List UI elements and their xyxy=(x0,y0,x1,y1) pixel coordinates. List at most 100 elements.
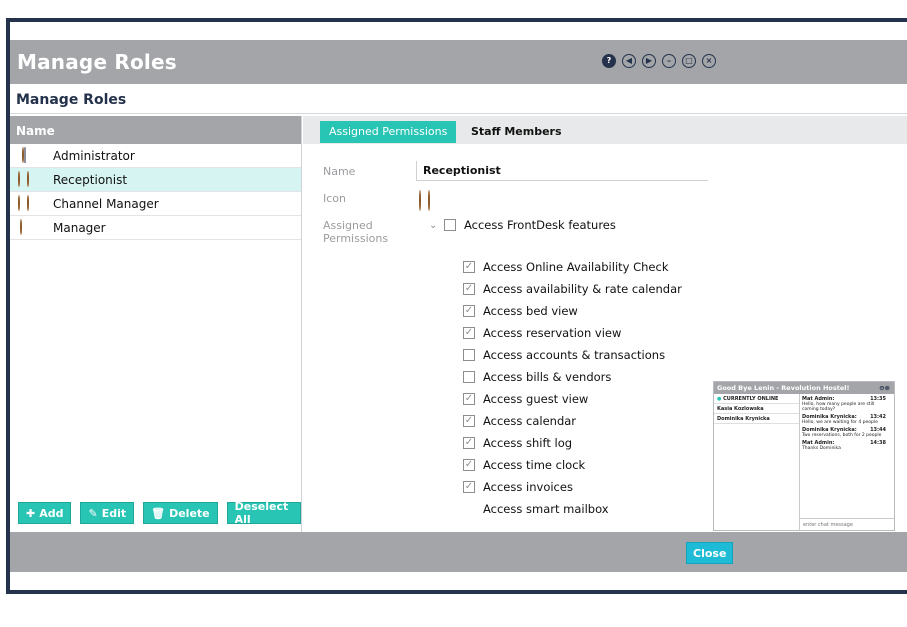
chat-message: Mat Admin: 14:38 Thanks Dominika xyxy=(802,440,892,451)
chat-user[interactable]: Kasia Kozlowska xyxy=(714,404,799,414)
chat-user[interactable]: Dominika Krynicka xyxy=(714,414,799,424)
close-icon[interactable]: × xyxy=(702,54,716,68)
permission-group-frontdesk[interactable]: Access FrontDesk features xyxy=(444,218,616,232)
checkbox-checked[interactable]: ✓ xyxy=(463,393,475,405)
online-header: ● CURRENTLY ONLINE xyxy=(714,394,799,404)
icon-label: Icon xyxy=(323,192,346,205)
title-bar: Manage Roles ? ◀ ▶ – □ × xyxy=(10,40,907,84)
online-dot-icon: ● xyxy=(717,396,722,402)
restore-icon[interactable]: □ xyxy=(682,54,696,68)
permission-label: Access smart mailbox xyxy=(483,502,609,516)
next-icon[interactable]: ▶ xyxy=(642,54,656,68)
permission-item[interactable]: ✓ Access reservation view xyxy=(463,326,621,340)
minimize-icon[interactable]: – xyxy=(662,54,676,68)
checkbox[interactable] xyxy=(463,371,475,383)
message-text: Two reservations, both for 2 people xyxy=(802,433,882,438)
delete-label: Delete xyxy=(169,506,210,520)
permission-item[interactable]: Access smart mailbox xyxy=(483,502,609,516)
checkbox-checked[interactable]: ✓ xyxy=(463,261,475,273)
checkbox-checked[interactable]: ✓ xyxy=(463,481,475,493)
name-column-header: Name xyxy=(10,116,301,144)
permission-item[interactable]: ✓ Access Online Availability Check xyxy=(463,260,669,274)
chat-input[interactable]: enter chat message xyxy=(800,518,894,530)
user-tie-icon xyxy=(18,218,40,236)
role-actions: ✚ Add ✎ Edit 🗑 Delete Deselect All xyxy=(18,500,301,526)
chat-message: Mat Admin: 13:35 Hello, how many people ar… xyxy=(802,396,892,412)
permission-label: Access invoices xyxy=(483,480,573,494)
chat-widget: Good Bye Lenin - Revolution Hostel! ⊖⊗ ●… xyxy=(713,381,895,531)
checkbox-checked[interactable]: ✓ xyxy=(463,283,475,295)
two-users-icon xyxy=(18,170,40,188)
checkbox-checked[interactable]: ✓ xyxy=(463,437,475,449)
checkbox[interactable] xyxy=(444,219,456,231)
tab-staff-members[interactable]: Staff Members xyxy=(471,121,562,143)
edit-role-button[interactable]: ✎ Edit xyxy=(80,502,135,524)
permission-item[interactable]: Access bills & vendors xyxy=(463,370,611,384)
deselect-all-label: Deselect All xyxy=(234,500,289,526)
assigned-permissions-label: Assigned Permissions xyxy=(323,219,389,245)
close-button[interactable]: Close xyxy=(686,542,734,564)
role-label: Administrator xyxy=(53,148,135,163)
delete-role-button[interactable]: 🗑 Delete xyxy=(143,502,218,524)
role-item-manager[interactable]: Manager xyxy=(10,216,301,240)
permission-item[interactable]: ✓ Access bed view xyxy=(463,304,578,318)
permission-item[interactable]: ✓ Access calendar xyxy=(463,414,576,428)
deselect-all-button[interactable]: Deselect All xyxy=(226,500,301,526)
role-label: Receptionist xyxy=(53,172,128,187)
footer-bar: Close xyxy=(10,532,907,572)
message-time: 14:38 xyxy=(870,440,886,446)
checkbox-checked[interactable]: ✓ xyxy=(463,327,475,339)
roles-panel: Name Administrator Receptionist Channel … xyxy=(10,116,302,532)
trash-icon: 🗑 xyxy=(151,506,166,520)
permission-label: Access availability & rate calendar xyxy=(483,282,682,296)
chat-window-controls-icon[interactable]: ⊖⊗ xyxy=(879,384,890,392)
window-frame: Manage Roles ? ◀ ▶ – □ × Manage Roles Na… xyxy=(6,18,907,594)
role-icon-picker[interactable] xyxy=(419,190,441,211)
single-user-icon xyxy=(18,146,40,164)
tab-assigned-permissions[interactable]: Assigned Permissions xyxy=(320,121,457,143)
sub-header: Manage Roles xyxy=(10,84,907,114)
edit-label: Edit xyxy=(101,506,127,520)
prev-icon[interactable]: ◀ xyxy=(622,54,636,68)
role-item-receptionist[interactable]: Receptionist xyxy=(10,168,301,192)
checkbox[interactable] xyxy=(463,349,475,361)
permission-label: Access calendar xyxy=(483,414,577,428)
permission-item[interactable]: ✓ Access time clock xyxy=(463,458,585,472)
message-text: Thanks Dominika xyxy=(802,446,841,451)
permission-label: Access bills & vendors xyxy=(483,370,612,384)
role-name-field[interactable]: Receptionist xyxy=(416,161,708,181)
title-icons: ? ◀ ▶ – □ × xyxy=(602,54,716,68)
permission-label: Access Online Availability Check xyxy=(483,260,669,274)
role-label: Manager xyxy=(53,220,106,235)
message-time: 13:44 xyxy=(870,427,886,433)
permission-item[interactable]: ✓ Access invoices xyxy=(463,480,573,494)
checkbox-checked[interactable]: ✓ xyxy=(463,305,475,317)
chat-message: Dominika Krynicka: 13:44 Two reservations,… xyxy=(802,427,892,438)
role-item-channel-manager[interactable]: Channel Manager xyxy=(10,192,301,216)
chat-title: Good Bye Lenin - Revolution Hostel! xyxy=(717,384,850,392)
permission-item[interactable]: Access accounts & transactions xyxy=(463,348,665,362)
permission-item[interactable]: ✓ Access guest view xyxy=(463,392,588,406)
chat-messages: Mat Admin: 13:35 Hello, how many people ar… xyxy=(802,396,892,453)
plus-icon: ✚ xyxy=(26,506,36,520)
permission-label: Access FrontDesk features xyxy=(464,218,616,232)
chat-header: Good Bye Lenin - Revolution Hostel! ⊖⊗ xyxy=(714,382,894,394)
window-title: Manage Roles xyxy=(17,50,177,74)
permission-label: Access accounts & transactions xyxy=(483,348,666,362)
page-title: Manage Roles xyxy=(16,92,127,108)
role-item-administrator[interactable]: Administrator xyxy=(10,144,301,168)
help-icon[interactable]: ? xyxy=(602,54,616,68)
permission-item[interactable]: ✓ Access shift log xyxy=(463,436,572,450)
permission-label: Access guest view xyxy=(483,392,589,406)
permission-item[interactable]: ✓ Access availability & rate calendar xyxy=(463,282,682,296)
chevron-down-icon[interactable]: ⌄ xyxy=(429,220,437,231)
add-role-button[interactable]: ✚ Add xyxy=(18,502,72,524)
permission-label: Access bed view xyxy=(483,304,578,318)
chat-message: Dominika Krynicka: 13:42 Hello, we are wai… xyxy=(802,414,892,425)
checkbox-checked[interactable]: ✓ xyxy=(463,415,475,427)
name-label: Name xyxy=(323,165,356,178)
permission-label: Access reservation view xyxy=(483,326,622,340)
online-label: CURRENTLY ONLINE xyxy=(723,396,779,402)
add-label: Add xyxy=(39,506,64,520)
checkbox-checked[interactable]: ✓ xyxy=(463,459,475,471)
